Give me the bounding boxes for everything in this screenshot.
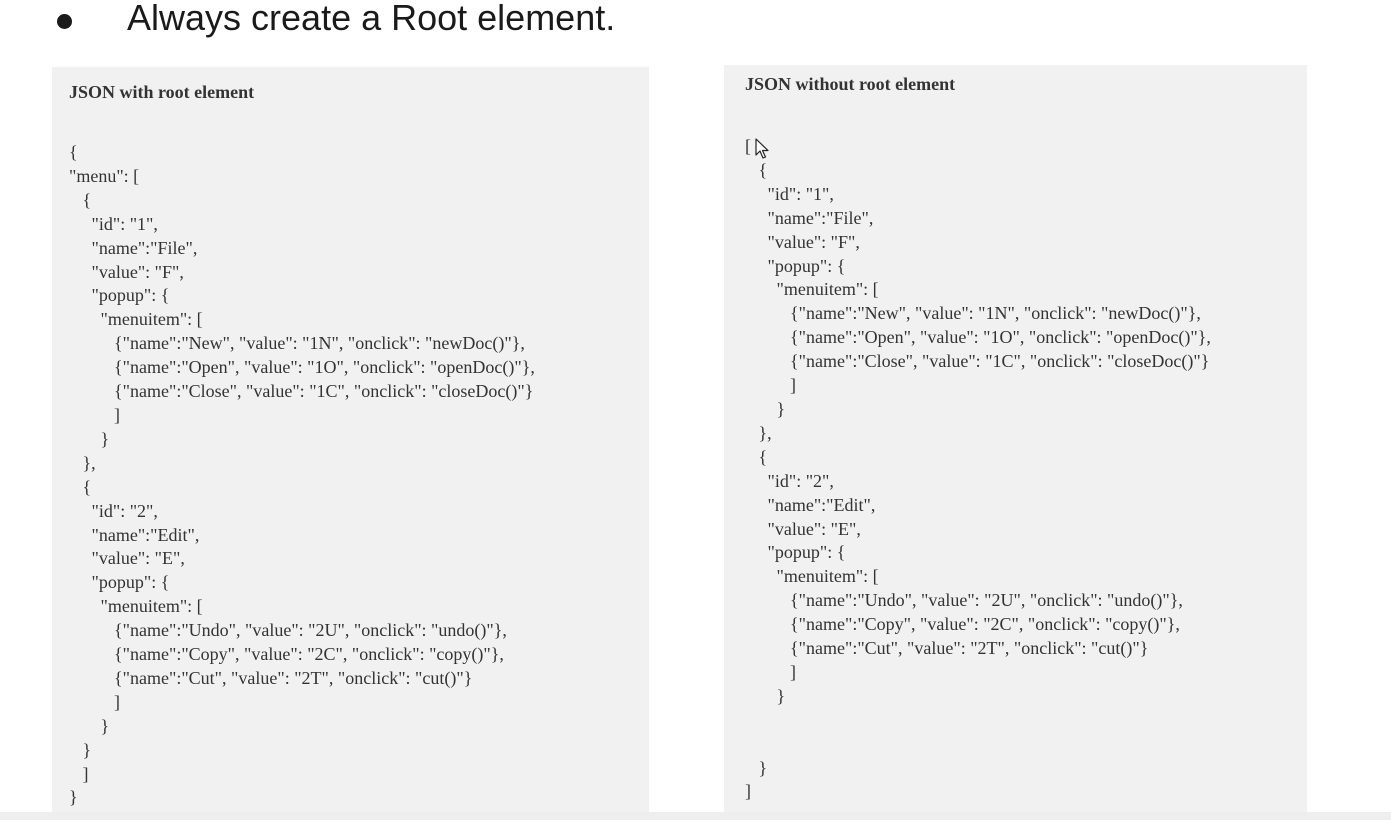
bullet-text: Always create a Root element. [127,0,616,38]
bullet-point: Always create a Root element. [0,0,1391,40]
json-with-root-panel: JSON with root element { "menu": [ { "id… [52,67,649,820]
code-block-without-root: [ { "id": "1", "name":"File", "value": "… [745,136,1211,802]
panel-title-without-root: JSON without root element [745,74,956,94]
code-block-with-root: { "menu": [ { "id": "1", "name":"File", … [69,142,535,808]
panel-title-with-root: JSON with root element [69,82,255,102]
slide: Always create a Root element. JSON with … [0,0,1391,820]
bottom-strip [0,812,1391,820]
mouse-pointer-icon [755,138,769,159]
bullet-dot-icon [57,14,72,29]
json-without-root-panel: JSON without root element [ { "id": "1",… [724,65,1307,820]
